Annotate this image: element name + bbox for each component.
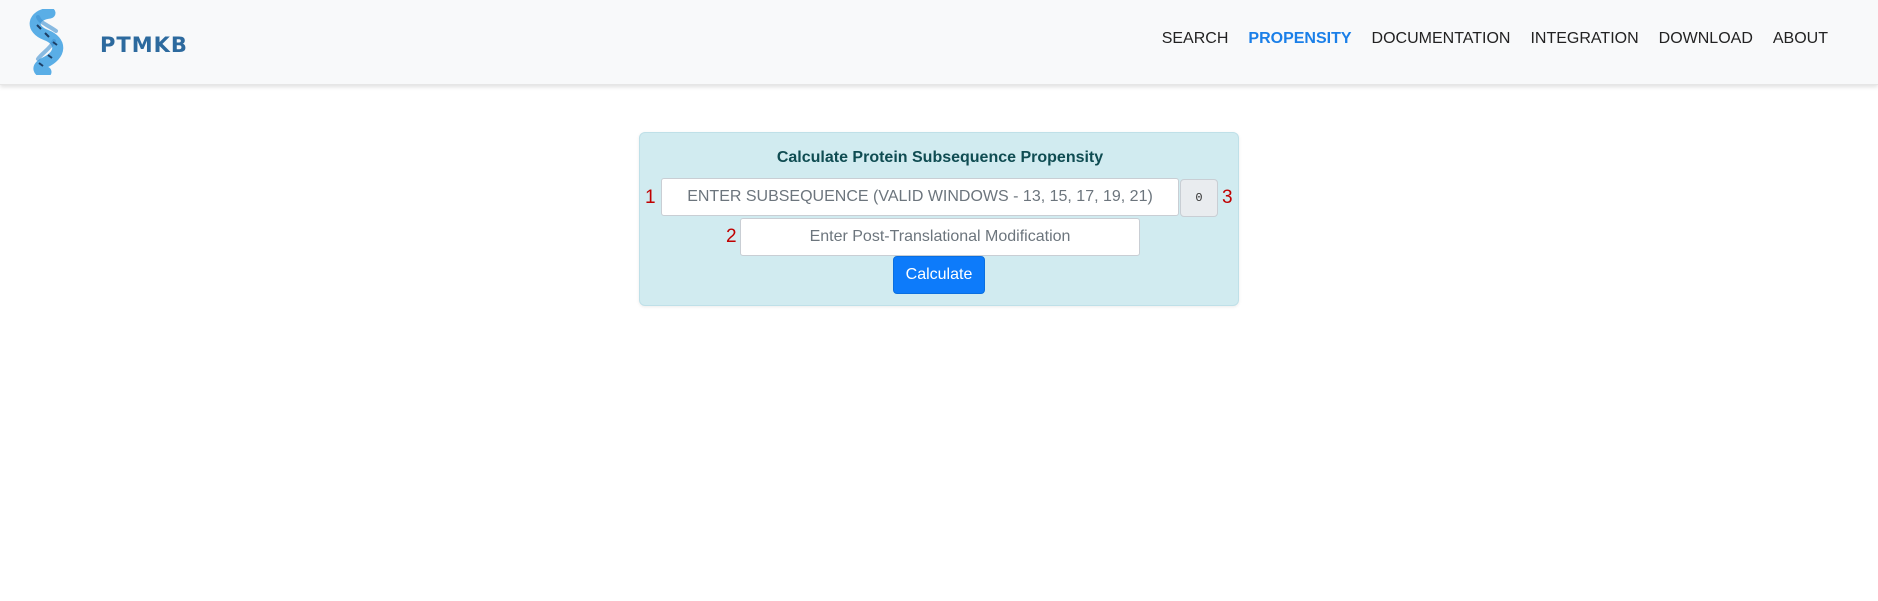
nav-about[interactable]: ABOUT [1763,30,1838,48]
ptm-input[interactable] [740,218,1140,256]
form-title: Calculate Protein Subsequence Propensity [776,149,1104,166]
logo-helix-icon [29,9,64,75]
nav-links: SEARCH PROPENSITY DOCUMENTATION INTEGRAT… [1152,30,1838,48]
nav-download[interactable]: DOWNLOAD [1649,30,1763,48]
nav-propensity[interactable]: PROPENSITY [1238,30,1361,48]
logo-text: PTMKB [100,33,188,57]
navbar: PTMKB SEARCH PROPENSITY DOCUMENTATION IN… [0,0,1878,85]
nav-search[interactable]: SEARCH [1152,30,1239,48]
label-two: 2 [726,226,737,247]
subsequence-length-counter: 0 [1180,179,1218,217]
label-three: 3 [1222,187,1233,208]
propensity-form-card: Calculate Protein Subsequence Propensity… [639,132,1239,306]
nav-documentation[interactable]: DOCUMENTATION [1362,30,1521,48]
calculate-button[interactable]: Calculate [893,256,985,294]
logo[interactable]: PTMKB [28,9,188,75]
subsequence-input[interactable] [661,178,1179,216]
nav-integration[interactable]: INTEGRATION [1520,30,1648,48]
label-one: 1 [645,187,656,208]
